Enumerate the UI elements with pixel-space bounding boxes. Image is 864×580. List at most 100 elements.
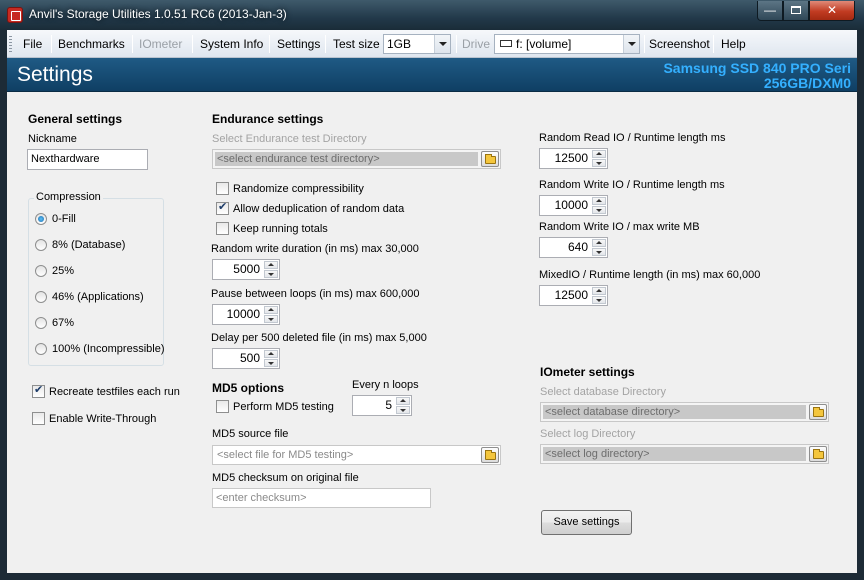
delay-per-deleted-file-stepper[interactable]: 500 bbox=[212, 348, 280, 369]
decrement-icon[interactable] bbox=[592, 206, 606, 214]
checkbox-icon[interactable] bbox=[216, 400, 229, 413]
maximize-button[interactable] bbox=[783, 1, 809, 21]
drive-icon bbox=[500, 40, 512, 47]
mixed-io-runtime-value: 12500 bbox=[554, 288, 588, 302]
md5-source-file-label: MD5 source file bbox=[212, 428, 289, 440]
every-n-loops-stepper[interactable]: 5 bbox=[352, 395, 412, 416]
increment-icon[interactable] bbox=[264, 261, 278, 269]
random-read-runtime-stepper[interactable]: 12500 bbox=[539, 148, 608, 169]
pause-between-loops-stepper[interactable]: 10000 bbox=[212, 304, 280, 325]
decrement-icon[interactable] bbox=[592, 296, 606, 304]
checkbox-icon[interactable] bbox=[216, 182, 229, 195]
menu-file[interactable]: File bbox=[19, 30, 46, 58]
iometer-settings-heading: IOmeter settings bbox=[540, 365, 635, 379]
random-write-duration-label: Random write duration (in ms) max 30,000 bbox=[211, 243, 419, 255]
random-write-max-stepper[interactable]: 640 bbox=[539, 237, 608, 258]
random-write-max-value: 640 bbox=[567, 240, 588, 254]
browse-md5-file-button[interactable] bbox=[481, 447, 499, 463]
test-size-label: Test size bbox=[333, 37, 380, 51]
checkbox-checked-icon[interactable] bbox=[32, 384, 45, 398]
chevron-down-icon[interactable] bbox=[434, 35, 450, 53]
endurance-dir-path: <select endurance test directory> bbox=[215, 152, 478, 166]
decrement-icon[interactable] bbox=[592, 248, 606, 256]
menu-system-info[interactable]: System Info bbox=[196, 30, 267, 58]
radio-icon[interactable] bbox=[35, 343, 47, 355]
menu-screenshot[interactable]: Screenshot bbox=[645, 30, 714, 58]
compression-option-100[interactable]: 100% (Incompressible) bbox=[35, 343, 165, 356]
increment-icon[interactable] bbox=[264, 350, 278, 358]
decrement-icon[interactable] bbox=[396, 406, 410, 414]
decrement-icon[interactable] bbox=[264, 270, 278, 278]
increment-icon[interactable] bbox=[264, 306, 278, 314]
compression-option-46[interactable]: 46% (Applications) bbox=[35, 291, 144, 304]
drive-label: Drive bbox=[462, 37, 491, 51]
random-write-runtime-stepper[interactable]: 10000 bbox=[539, 195, 608, 216]
database-dir-field: <select database directory> bbox=[540, 402, 829, 422]
allow-deduplication-checkbox[interactable]: Allow deduplication of random data bbox=[216, 201, 404, 216]
compression-option-8[interactable]: 8% (Database) bbox=[35, 239, 125, 252]
browse-endurance-dir-button[interactable] bbox=[481, 151, 499, 167]
title-bar: Anvil's Storage Utilities 1.0.51 RC6 (20… bbox=[0, 0, 864, 30]
radio-icon[interactable] bbox=[35, 265, 47, 277]
random-write-duration-value: 5000 bbox=[233, 262, 260, 276]
menu-benchmarks[interactable]: Benchmarks bbox=[54, 30, 129, 58]
folder-icon bbox=[813, 449, 824, 459]
nickname-input[interactable]: Nexthardware bbox=[27, 149, 148, 170]
toolbar-grip-icon[interactable] bbox=[9, 36, 12, 52]
delay-per-deleted-file-label: Delay per 500 deleted file (in ms) max 5… bbox=[211, 332, 427, 344]
random-write-runtime-value: 10000 bbox=[554, 198, 588, 212]
md5-source-file-path[interactable]: <select file for MD5 testing> bbox=[215, 448, 478, 462]
random-write-max-label: Random Write IO / max write MB bbox=[539, 221, 700, 233]
drive-select[interactable]: f: [volume] bbox=[494, 34, 640, 54]
md5-options-heading: MD5 options bbox=[212, 381, 284, 395]
radio-selected-icon[interactable] bbox=[35, 213, 47, 225]
browse-log-dir-button[interactable] bbox=[809, 446, 827, 462]
menu-settings[interactable]: Settings bbox=[273, 30, 324, 58]
radio-icon[interactable] bbox=[35, 239, 47, 251]
increment-icon[interactable] bbox=[592, 197, 606, 205]
every-n-loops-label: Every n loops bbox=[352, 379, 419, 391]
close-button[interactable]: ✕ bbox=[809, 1, 855, 21]
checkbox-icon[interactable] bbox=[216, 222, 229, 235]
save-settings-button[interactable]: Save settings bbox=[541, 510, 632, 535]
radio-icon[interactable] bbox=[35, 317, 47, 329]
decrement-icon[interactable] bbox=[264, 359, 278, 367]
minimize-button[interactable]: — bbox=[757, 1, 783, 21]
folder-icon bbox=[485, 154, 496, 164]
menu-iometer[interactable]: IOmeter bbox=[135, 30, 186, 58]
increment-icon[interactable] bbox=[592, 287, 606, 295]
menu-help[interactable]: Help bbox=[717, 30, 750, 58]
increment-icon[interactable] bbox=[396, 397, 410, 405]
checkbox-icon[interactable] bbox=[32, 412, 45, 425]
keep-running-totals-checkbox[interactable]: Keep running totals bbox=[216, 222, 328, 236]
radio-icon[interactable] bbox=[35, 291, 47, 303]
compression-option-25[interactable]: 25% bbox=[35, 265, 74, 278]
random-read-runtime-label: Random Read IO / Runtime length ms bbox=[539, 132, 726, 144]
md5-checksum-input[interactable]: <enter checksum> bbox=[212, 488, 431, 508]
menu-separator bbox=[325, 35, 326, 53]
perform-md5-checkbox[interactable]: Perform MD5 testing bbox=[216, 400, 334, 414]
test-size-value: 1GB bbox=[387, 37, 412, 51]
test-size-select[interactable]: 1GB bbox=[383, 34, 451, 54]
compression-option-0-fill[interactable]: 0-Fill bbox=[35, 213, 76, 226]
randomize-compressibility-checkbox[interactable]: Randomize compressibility bbox=[216, 182, 364, 196]
compression-option-67[interactable]: 67% bbox=[35, 317, 74, 330]
page-header: Settings Samsung SSD 840 PRO Seri 256GB/… bbox=[7, 58, 857, 92]
compression-title: Compression bbox=[34, 191, 103, 203]
database-dir-path: <select database directory> bbox=[543, 405, 806, 419]
browse-database-dir-button[interactable] bbox=[809, 404, 827, 420]
random-write-duration-stepper[interactable]: 5000 bbox=[212, 259, 280, 280]
decrement-icon[interactable] bbox=[264, 315, 278, 323]
chevron-down-icon[interactable] bbox=[623, 35, 639, 53]
drive-model: Samsung SSD 840 PRO Seri bbox=[663, 60, 851, 76]
window-frame-bottom bbox=[0, 573, 864, 580]
increment-icon[interactable] bbox=[592, 239, 606, 247]
write-through-checkbox[interactable]: Enable Write-Through bbox=[32, 412, 156, 426]
checkbox-checked-icon[interactable] bbox=[216, 201, 229, 215]
increment-icon[interactable] bbox=[592, 150, 606, 158]
recreate-testfiles-checkbox[interactable]: Recreate testfiles each run bbox=[32, 384, 180, 399]
decrement-icon[interactable] bbox=[592, 159, 606, 167]
mixed-io-runtime-stepper[interactable]: 12500 bbox=[539, 285, 608, 306]
menu-separator bbox=[269, 35, 270, 53]
drive-value: f: [volume] bbox=[516, 37, 572, 51]
